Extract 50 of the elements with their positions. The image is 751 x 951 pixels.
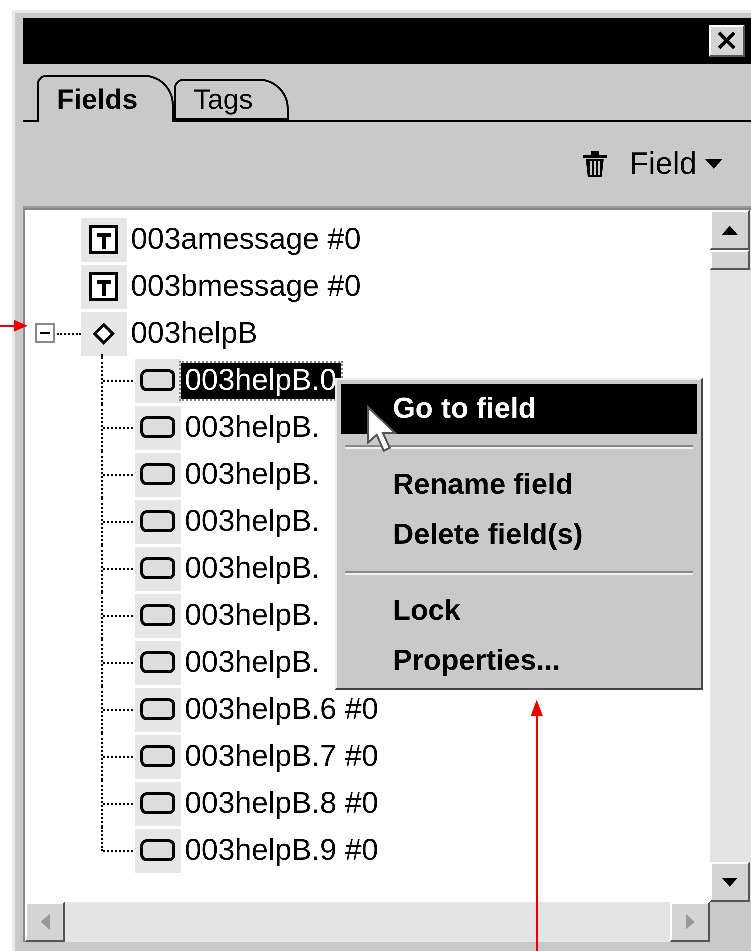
caret-icon [705,159,723,169]
tree-item[interactable]: 003helpB.6 #0 [181,692,383,728]
button-field-icon [140,510,176,534]
scroll-left-button[interactable] [25,902,65,942]
tree-item[interactable]: 003helpB. [181,644,324,680]
menu-item[interactable]: Delete field(s) [341,510,697,560]
down-arrow-icon [722,878,738,886]
button-field-icon [140,368,176,392]
tree-item[interactable]: 003helpB [127,316,262,352]
tab[interactable]: Fields [37,75,174,122]
close-button[interactable]: × [709,25,745,57]
tree-item[interactable]: 003helpB.7 #0 [181,738,383,774]
tree-item[interactable]: 003helpB. [181,456,324,492]
menu-item[interactable]: Properties... [341,636,697,686]
scroll-thumb[interactable] [710,250,750,270]
button-field-icon [140,792,176,816]
button-field-icon [140,604,176,628]
tree-item[interactable]: 003helpB. [181,504,324,540]
button-field-icon [140,650,176,674]
diamond-icon [93,322,115,344]
text-field-icon [89,272,119,302]
collapse-toggle[interactable] [35,323,55,343]
button-field-icon [140,416,176,440]
scroll-up-button[interactable] [710,210,750,250]
right-arrow-icon [686,914,694,930]
button-field-icon [140,698,176,722]
menu-item[interactable]: Go to field [341,384,697,434]
field-menu-button[interactable]: Field [630,146,723,182]
tree-item[interactable]: 003helpB.0 [181,362,341,398]
button-field-icon [140,556,176,580]
trash-icon[interactable] [582,150,608,178]
tree-item[interactable]: 003amessage #0 [127,222,366,258]
scroll-down-button[interactable] [710,862,750,902]
scroll-right-button[interactable] [670,902,710,942]
tree-item[interactable]: 003helpB. [181,598,324,634]
left-arrow-icon [40,914,50,930]
tree-item[interactable]: 003helpB. [181,550,324,586]
button-field-icon [140,838,176,862]
menu-item[interactable]: Lock [341,586,697,636]
tree-item[interactable]: 003helpB.9 #0 [181,832,383,868]
tree-item[interactable]: 003bmessage #0 [127,268,366,304]
annotation-arrow [0,318,30,334]
tree-item[interactable]: 003helpB.8 #0 [181,786,383,822]
tab[interactable]: Tags [174,79,290,120]
button-field-icon [140,744,176,768]
menu-item[interactable]: Rename field [341,460,697,510]
button-field-icon [140,462,176,486]
up-arrow-icon [722,226,738,234]
tree-item[interactable]: 003helpB. [181,410,324,446]
text-field-icon [89,224,119,254]
